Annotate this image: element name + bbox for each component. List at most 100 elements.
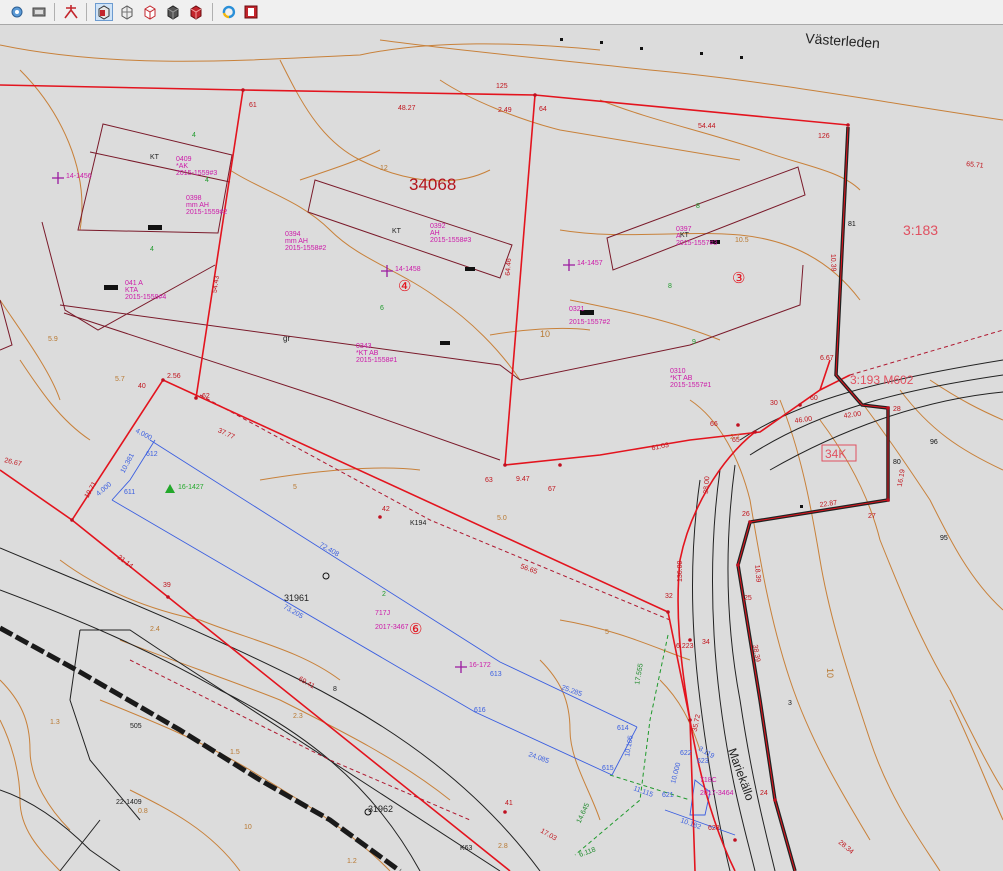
parcel-label-3183: 3:183 xyxy=(903,222,938,238)
svg-text:2015-1558#2: 2015-1558#2 xyxy=(285,245,326,252)
svg-text:64.46: 64.46 xyxy=(505,258,513,276)
view-3d-front-icon[interactable] xyxy=(95,3,113,21)
svg-text:2015-1558#3: 2015-1558#3 xyxy=(430,237,471,244)
svg-text:2015-1559#3: 2015-1559#3 xyxy=(176,170,217,177)
svg-text:KT: KT xyxy=(392,228,402,235)
svg-text:126: 126 xyxy=(818,133,830,140)
svg-text:0409: 0409 xyxy=(176,156,192,163)
svg-text:1.3: 1.3 xyxy=(50,719,60,726)
svg-text:K63: K63 xyxy=(460,845,473,852)
svg-text:*KT AB: *KT AB xyxy=(356,350,379,357)
svg-text:K194: K194 xyxy=(410,520,426,527)
view-3d-solid-icon[interactable] xyxy=(187,3,205,21)
svg-text:16-172: 16-172 xyxy=(469,662,491,669)
svg-text:10.5: 10.5 xyxy=(735,237,749,244)
svg-text:613: 613 xyxy=(490,671,502,678)
svg-text:623: 623 xyxy=(697,758,709,765)
svg-text:615: 615 xyxy=(602,765,614,772)
svg-text:22-1409: 22-1409 xyxy=(116,799,142,806)
svg-text:8: 8 xyxy=(333,686,337,693)
svg-text:54.44: 54.44 xyxy=(698,123,716,130)
svg-text:10: 10 xyxy=(244,824,252,831)
svg-text:2015-1557#2: 2015-1557#2 xyxy=(569,319,610,326)
svg-text:505: 505 xyxy=(130,723,142,730)
svg-text:612: 612 xyxy=(146,451,158,458)
svg-text:10: 10 xyxy=(825,668,835,678)
zone-label-34k: 34K xyxy=(825,447,846,461)
svg-text:9: 9 xyxy=(692,339,696,346)
svg-text:125: 125 xyxy=(496,83,508,90)
svg-text:614: 614 xyxy=(617,725,629,732)
svg-text:0321: 0321 xyxy=(569,306,585,313)
circle-label-4: ④ xyxy=(398,278,411,295)
svg-text:5: 5 xyxy=(605,629,609,636)
view-3d-grid-icon[interactable] xyxy=(118,3,136,21)
svg-text:718C: 718C xyxy=(700,777,717,784)
svg-text:1.5: 1.5 xyxy=(230,749,240,756)
svg-text:621: 621 xyxy=(662,792,674,799)
svg-text:2.49: 2.49 xyxy=(498,107,512,114)
svg-text:1.2: 1.2 xyxy=(347,858,357,865)
svg-text:6.67: 6.67 xyxy=(820,355,834,362)
svg-text:16-1427: 16-1427 xyxy=(178,484,204,491)
svg-text:2015-1559#2: 2015-1559#2 xyxy=(186,209,227,216)
svg-text:30: 30 xyxy=(770,400,778,407)
parcel-label-31962: 31962 xyxy=(368,804,393,814)
view-3d-filled-icon[interactable] xyxy=(164,3,182,21)
svg-text:12: 12 xyxy=(380,165,388,172)
svg-text:62: 62 xyxy=(202,393,210,400)
svg-text:gr: gr xyxy=(283,334,290,343)
svg-text:14-1457: 14-1457 xyxy=(577,260,603,267)
svg-text:*AK: *AK xyxy=(176,163,188,170)
svg-text:34: 34 xyxy=(702,639,710,646)
svg-text:5: 5 xyxy=(293,484,297,491)
svg-text:64: 64 xyxy=(539,106,547,113)
svg-text:66: 66 xyxy=(710,421,718,428)
layer-icon[interactable] xyxy=(30,3,48,21)
export-icon[interactable] xyxy=(242,3,260,21)
svg-text:136.00: 136.00 xyxy=(677,560,684,582)
svg-text:80: 80 xyxy=(893,459,901,466)
svg-text:14-1456: 14-1456 xyxy=(66,173,92,180)
svg-text:0343: 0343 xyxy=(356,343,372,350)
svg-text:10.39: 10.39 xyxy=(829,254,837,272)
svg-text:81: 81 xyxy=(848,221,856,228)
svg-text:KT: KT xyxy=(680,232,690,239)
svg-text:KT: KT xyxy=(150,154,160,161)
svg-text:0392: 0392 xyxy=(430,223,446,230)
view-3d-box-icon[interactable] xyxy=(141,3,159,21)
refresh-icon[interactable] xyxy=(220,3,238,21)
svg-text:4: 4 xyxy=(150,246,154,253)
parcel-label-34068: 34068 xyxy=(409,175,456,194)
circle-label-6: ⑥ xyxy=(409,621,422,638)
svg-text:2015-1558#1: 2015-1558#1 xyxy=(356,357,397,364)
svg-text:41: 41 xyxy=(505,800,513,807)
svg-text:14-1458: 14-1458 xyxy=(395,266,421,273)
svg-text:26: 26 xyxy=(742,511,750,518)
circle-label-3: ③ xyxy=(732,270,745,287)
svg-text:0398: 0398 xyxy=(186,195,202,202)
svg-text:42: 42 xyxy=(382,506,390,513)
svg-text:6: 6 xyxy=(380,305,384,312)
svg-text:5.9: 5.9 xyxy=(48,336,58,343)
settings-cog-icon[interactable] xyxy=(8,3,26,21)
map-canvas[interactable]: Västerleden Mariekällo 34068 3:183 3:193… xyxy=(0,26,1003,871)
svg-text:6.223: 6.223 xyxy=(676,643,694,650)
svg-text:*KT AB: *KT AB xyxy=(670,375,693,382)
svg-text:9.47: 9.47 xyxy=(516,476,530,483)
svg-text:5.7: 5.7 xyxy=(115,376,125,383)
toolbar xyxy=(0,0,1003,25)
snap-icon[interactable] xyxy=(62,3,80,21)
svg-text:10: 10 xyxy=(540,329,550,339)
svg-text:0394: 0394 xyxy=(285,231,301,238)
svg-text:2.4: 2.4 xyxy=(150,626,160,633)
svg-text:2.7: 2.7 xyxy=(730,434,740,441)
svg-text:2: 2 xyxy=(382,591,386,598)
svg-text:AH: AH xyxy=(430,230,440,237)
svg-text:2.3: 2.3 xyxy=(293,713,303,720)
svg-text:0397: 0397 xyxy=(676,226,692,233)
svg-text:67: 67 xyxy=(548,486,556,493)
svg-text:2017-3467: 2017-3467 xyxy=(375,624,409,631)
svg-text:61: 61 xyxy=(249,102,257,109)
svg-text:622: 622 xyxy=(680,750,692,757)
